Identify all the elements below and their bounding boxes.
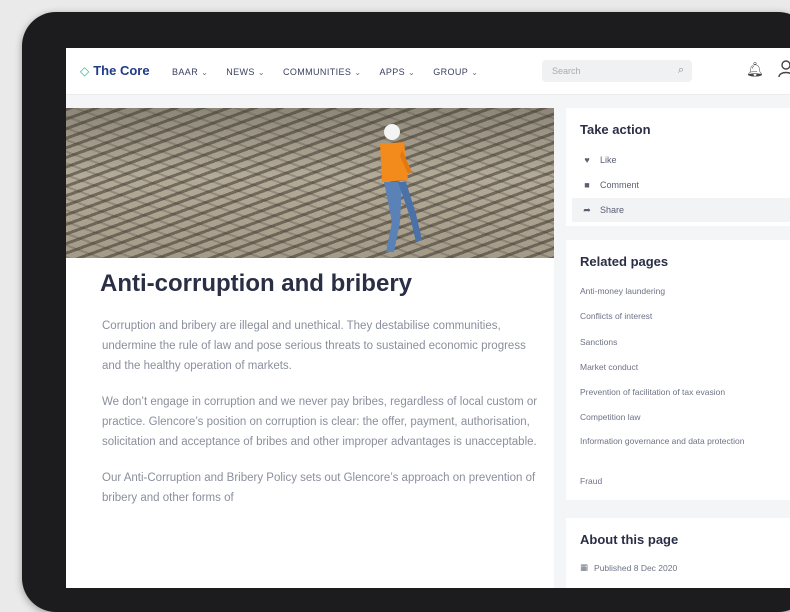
article-body: Corruption and bribery are illegal and u… (102, 316, 542, 524)
take-action-card: Take action ♥ Like ■ Comment ➦ Share (566, 108, 790, 226)
main-menu: BAAR ⌄ NEWS ⌄ COMMUNITIES ⌄ APPS ⌄ GROUP ⌄ (172, 67, 478, 77)
related-link[interactable]: Conflicts of interest (580, 311, 780, 322)
chevron-down-icon: ⌄ (201, 67, 209, 77)
comment-label: Comment (600, 180, 640, 190)
chevron-down-icon: ⌄ (408, 67, 416, 77)
logo-text: The Core (93, 63, 150, 78)
comment-button[interactable]: ■ Comment (572, 173, 790, 197)
related-link[interactable]: Competition law (580, 412, 780, 423)
take-action-title: Take action (580, 122, 651, 137)
related-link[interactable]: Market conduct (580, 362, 780, 373)
published-date: Published 8 Dec 2020 (594, 562, 678, 573)
menu-item-apps[interactable]: APPS ⌄ (379, 67, 415, 77)
about-title: About this page (580, 532, 679, 547)
paragraph: We don’t engage in corruption and we nev… (102, 396, 538, 448)
share-button[interactable]: ➦ Share (572, 198, 790, 222)
search-input[interactable]: Search ⌕ (542, 60, 692, 82)
top-nav: ◇ The Core BAAR ⌄ NEWS ⌄ COMMUNITIES ⌄ APPS… (66, 48, 790, 95)
chevron-down-icon: ⌄ (354, 67, 362, 77)
menu-item-group[interactable]: GROUP ⌄ (433, 67, 478, 77)
search-placeholder: Search (552, 66, 581, 76)
article: Anti-corruption and bribery Corruption a… (66, 108, 554, 588)
menu-item-communities[interactable]: COMMUNITIES ⌄ (283, 67, 362, 77)
related-pages-card: Related pages Anti-money laundering Conf… (566, 240, 790, 500)
screen: ◇ The Core BAAR ⌄ NEWS ⌄ COMMUNITIES ⌄ APPS… (66, 48, 790, 588)
related-link[interactable]: Anti-money laundering (580, 286, 780, 297)
calendar-icon: ▦ (580, 562, 589, 572)
related-link[interactable]: Fraud (580, 476, 780, 487)
like-label: Like (600, 155, 617, 165)
related-link[interactable]: Prevention of facilitation of tax evasio… (580, 387, 780, 398)
bell-icon[interactable]: 🔔︎ (746, 61, 764, 78)
share-icon: ➦ (583, 204, 591, 215)
heart-icon: ♥ (584, 155, 590, 165)
menu-item-news[interactable]: NEWS ⌄ (226, 67, 265, 77)
page-title: Anti-corruption and bribery (100, 270, 412, 297)
like-button[interactable]: ♥ Like (572, 148, 790, 172)
chevron-down-icon: ⌄ (471, 67, 479, 77)
logo[interactable]: ◇ The Core (80, 63, 150, 78)
paragraph: Corruption and bribery are illegal and u… (102, 320, 526, 372)
share-label: Share (600, 205, 625, 215)
about-card: About this page ▦ Published 8 Dec 2020 (566, 518, 790, 588)
paragraph: Our Anti-Corruption and Bribery Policy s… (102, 472, 536, 504)
comment-icon: ■ (584, 180, 590, 190)
logo-mark-icon: ◇ (80, 63, 90, 78)
published-info: ▦ Published 8 Dec 2020 (580, 562, 677, 573)
related-link[interactable]: Sanctions (580, 337, 780, 348)
tablet-frame: ◇ The Core BAAR ⌄ NEWS ⌄ COMMUNITIES ⌄ APPS… (22, 12, 790, 612)
chevron-down-icon: ⌄ (257, 67, 265, 77)
worker-figure (380, 124, 422, 252)
related-pages-title: Related pages (580, 254, 669, 269)
related-link[interactable]: Information governance and data protecti… (580, 436, 760, 447)
user-icon[interactable] (778, 60, 790, 83)
hero-image (66, 108, 554, 258)
search-icon[interactable]: ⌕ (678, 64, 684, 77)
menu-item-baar[interactable]: BAAR ⌄ (172, 67, 208, 77)
